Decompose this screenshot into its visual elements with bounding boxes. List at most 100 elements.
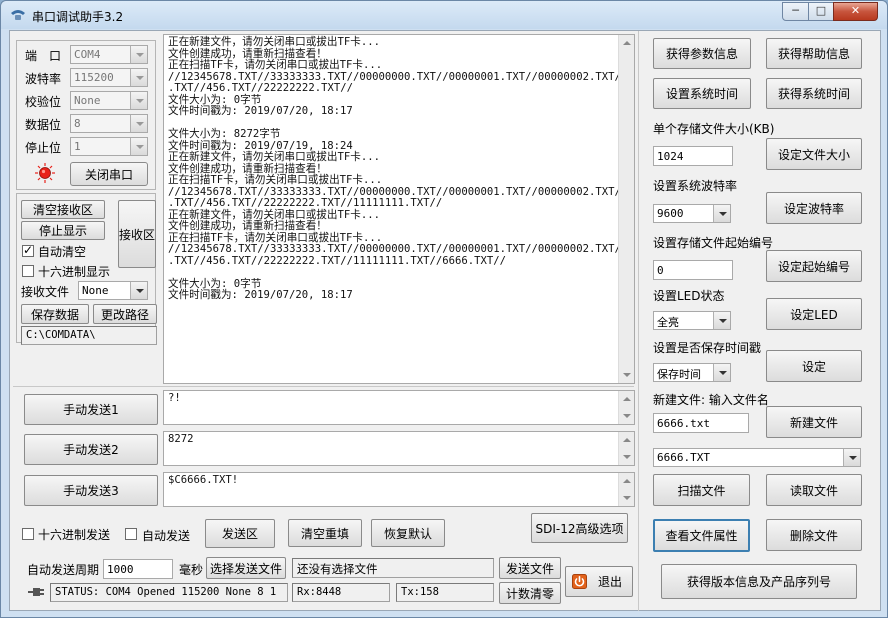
parity-value: None <box>74 94 101 107</box>
chevron-down-icon <box>130 115 147 132</box>
new-file-name-input[interactable]: 6666.txt <box>653 413 749 433</box>
save-data-button[interactable]: 保存数据 <box>21 304 89 324</box>
delete-file-button[interactable]: 删除文件 <box>766 519 862 551</box>
hex-send-checkbox[interactable] <box>22 528 34 540</box>
scroll-up-icon[interactable] <box>619 432 634 448</box>
set-timestamp-button[interactable]: 设定 <box>766 350 862 382</box>
manual-send-2-button[interactable]: 手动发送2 <box>24 434 158 465</box>
read-file-button[interactable]: 读取文件 <box>766 474 862 506</box>
receive-file-label: 接收文件 <box>21 285 70 299</box>
title-bar[interactable]: 串口调试助手3.2 ─ □ ✕ <box>1 1 887 29</box>
get-help-button[interactable]: 获得帮助信息 <box>766 38 862 69</box>
timestamp-value: 保存时间 <box>657 368 701 381</box>
start-number-input[interactable]: 0 <box>653 260 733 280</box>
stop-bits-select[interactable]: 1 <box>70 137 148 156</box>
file-size-input[interactable]: 1024 <box>653 146 733 166</box>
auto-send-label: 自动发送 <box>142 529 191 543</box>
send-2-scrollbar[interactable] <box>618 432 634 465</box>
led-status-label: 设置LED状态 <box>653 289 725 303</box>
set-baud-button[interactable]: 设定波特率 <box>766 192 862 224</box>
rx-counter: Rx:8448 <box>292 583 390 602</box>
send-file-button[interactable]: 发送文件 <box>499 557 561 579</box>
manual-send-3-button[interactable]: 手动发送3 <box>24 475 158 506</box>
scan-files-button[interactable]: 扫描文件 <box>653 474 750 506</box>
get-version-serial-button[interactable]: 获得版本信息及产品序列号 <box>661 564 857 599</box>
clear-refill-button[interactable]: 清空重填 <box>288 519 362 547</box>
scroll-up-icon[interactable] <box>619 473 634 489</box>
status-text: STATUS: COM4 Opened 115200 None 8 1 <box>50 583 288 602</box>
receive-file-value: None <box>82 284 109 297</box>
led-status-value: 全亮 <box>657 316 679 329</box>
parity-label: 校验位 <box>25 95 62 109</box>
change-path-button[interactable]: 更改路径 <box>93 304 157 324</box>
set-system-time-button[interactable]: 设置系统时间 <box>653 78 751 109</box>
send-3-scrollbar[interactable] <box>618 473 634 506</box>
minimize-button[interactable]: ─ <box>782 2 809 21</box>
count-clear-button[interactable]: 计数清零 <box>499 582 561 604</box>
system-baud-select[interactable]: 9600 <box>653 204 731 223</box>
maximize-button[interactable]: □ <box>808 2 834 21</box>
file-list-value: 6666.TXT <box>657 451 710 464</box>
client-area: 端 口 COM4 波特率 115200 校验位 None 数据位 8 停止位 1… <box>9 30 881 611</box>
selected-file-display: 还没有选择文件 <box>292 558 494 578</box>
restore-default-button[interactable]: 恢复默认 <box>371 519 445 547</box>
receive-textarea[interactable]: 正在新建文件，请勿关闭串口或拔出TF卡... 文件创建成功，请重新扫描查看！ 正… <box>163 34 635 384</box>
auto-send-checkbox[interactable] <box>125 528 137 540</box>
timestamp-select[interactable]: 保存时间 <box>653 363 731 382</box>
scroll-down-icon[interactable] <box>619 367 634 383</box>
scroll-down-icon[interactable] <box>619 408 634 424</box>
sdi12-options-button[interactable]: SDI-12高级选项 <box>531 513 628 543</box>
close-port-button[interactable]: 关闭串口 <box>70 162 148 186</box>
stop-display-button[interactable]: 停止显示 <box>21 221 105 240</box>
hex-display-label: 十六进制显示 <box>38 265 111 279</box>
manual-send-1-button[interactable]: 手动发送1 <box>24 394 158 425</box>
choose-send-file-button[interactable]: 选择发送文件 <box>206 557 286 579</box>
set-file-size-button[interactable]: 设定文件大小 <box>766 138 862 170</box>
system-baud-label: 设置系统波特率 <box>653 179 738 193</box>
send-period-input[interactable]: 1000 <box>103 559 173 579</box>
clear-receive-button[interactable]: 清空接收区 <box>21 200 105 219</box>
scroll-down-icon[interactable] <box>619 449 634 465</box>
baud-value: 115200 <box>74 71 114 84</box>
chevron-down-icon <box>713 205 730 222</box>
scroll-down-icon[interactable] <box>619 490 634 506</box>
new-file-button[interactable]: 新建文件 <box>766 406 862 438</box>
port-select[interactable]: COM4 <box>70 45 148 64</box>
auto-clear-checkbox[interactable] <box>22 243 34 257</box>
hex-display-checkbox[interactable] <box>22 265 34 277</box>
baud-label: 波特率 <box>25 72 62 86</box>
get-system-time-button[interactable]: 获得系统时间 <box>766 78 862 109</box>
file-list-select[interactable]: 6666.TXT <box>653 448 861 467</box>
receive-scrollbar[interactable] <box>618 35 634 383</box>
send-input-1[interactable]: ?! <box>163 390 635 425</box>
chevron-down-icon <box>130 282 147 299</box>
send-area-button[interactable]: 发送区 <box>205 519 275 548</box>
receive-area-button[interactable]: 接收区 <box>118 200 156 268</box>
baud-select[interactable]: 115200 <box>70 68 148 87</box>
new-file-name-value: 6666.txt <box>657 417 710 430</box>
set-led-button[interactable]: 设定LED <box>766 298 862 330</box>
tx-counter: Tx:158 <box>396 583 494 602</box>
receive-file-select[interactable]: None <box>78 281 148 300</box>
system-baud-value: 9600 <box>657 207 684 220</box>
send-1-scrollbar[interactable] <box>618 391 634 424</box>
exit-button[interactable]: 退出 <box>565 566 633 597</box>
led-status-select[interactable]: 全亮 <box>653 311 731 330</box>
scroll-up-icon[interactable] <box>619 35 634 51</box>
data-bits-select[interactable]: 8 <box>70 114 148 133</box>
chevron-down-icon <box>130 92 147 109</box>
scroll-up-icon[interactable] <box>619 391 634 407</box>
get-params-button[interactable]: 获得参数信息 <box>653 38 751 69</box>
chevron-down-icon <box>130 46 147 63</box>
send-input-3[interactable]: $C6666.TXT! <box>163 472 635 507</box>
set-start-number-button[interactable]: 设定起始编号 <box>766 250 862 282</box>
close-window-button[interactable]: ✕ <box>833 2 878 21</box>
send-2-text: 8272 <box>168 433 194 445</box>
send-input-2[interactable]: 8272 <box>163 431 635 466</box>
view-file-attributes-button[interactable]: 查看文件属性 <box>653 519 750 552</box>
port-value: COM4 <box>74 48 101 61</box>
send-period-label: 自动发送周期 <box>27 563 100 577</box>
auto-clear-label: 自动清空 <box>38 245 87 259</box>
exit-label: 退出 <box>598 575 623 589</box>
parity-select[interactable]: None <box>70 91 148 110</box>
